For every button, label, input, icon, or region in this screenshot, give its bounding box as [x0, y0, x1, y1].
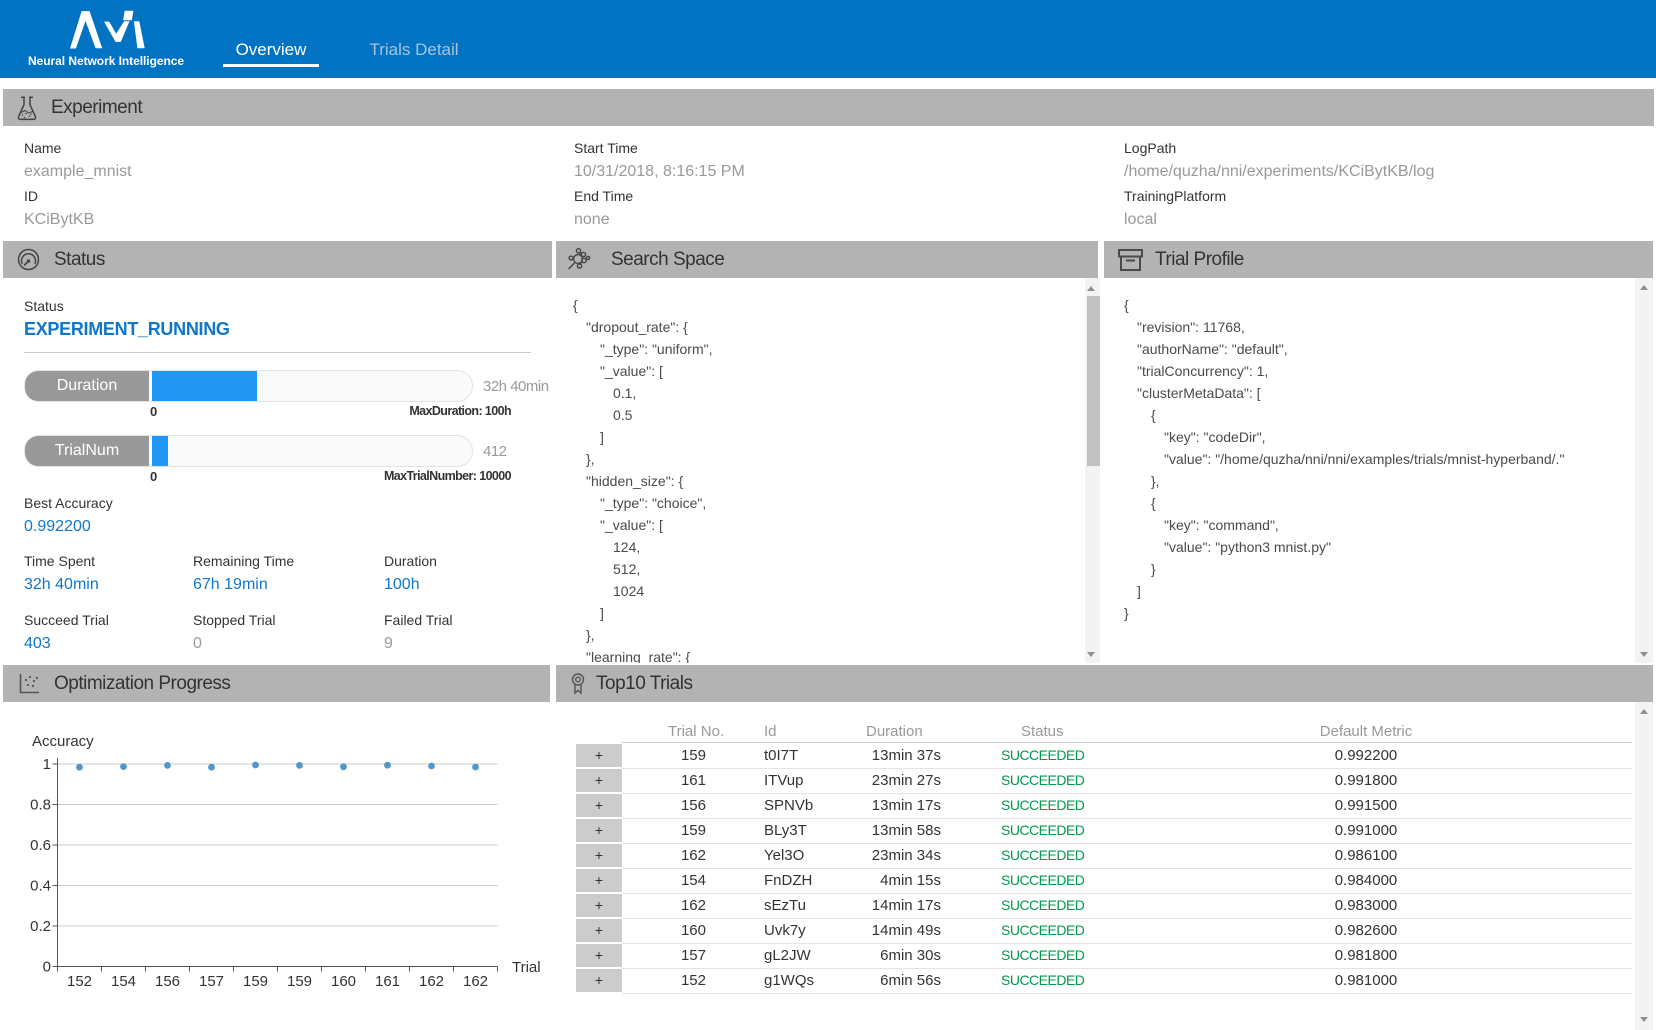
svg-text:161: 161 [375, 973, 400, 990]
svg-text:156: 156 [155, 973, 180, 990]
svg-text:0.4: 0.4 [30, 878, 51, 895]
svg-text:159: 159 [287, 973, 312, 990]
svg-text:0.6: 0.6 [30, 837, 51, 854]
svg-text:Trial: Trial [512, 959, 541, 976]
svg-text:152: 152 [67, 973, 92, 990]
svg-text:154: 154 [111, 973, 136, 990]
svg-text:1: 1 [43, 756, 51, 773]
svg-text:0.8: 0.8 [30, 797, 51, 814]
svg-text:159: 159 [243, 973, 268, 990]
svg-text:0: 0 [43, 959, 51, 976]
svg-text:160: 160 [331, 973, 356, 990]
svg-text:Accuracy: Accuracy [32, 733, 94, 750]
svg-text:162: 162 [419, 973, 444, 990]
svg-text:157: 157 [199, 973, 224, 990]
svg-text:0.2: 0.2 [30, 918, 51, 935]
svg-text:162: 162 [463, 973, 488, 990]
